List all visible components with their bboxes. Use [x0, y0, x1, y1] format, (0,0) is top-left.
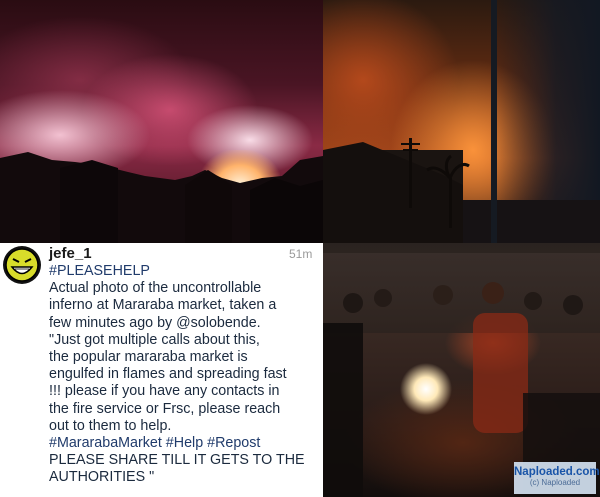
caption-line: few minutes ago by @solobende.	[49, 314, 261, 331]
caption-line: the fire service or Frsc, please reach	[49, 400, 281, 417]
caption-line: inferno at Mararaba market, taken a	[49, 297, 277, 314]
watermark-text: Naploaded.com	[514, 466, 600, 478]
post-caption: #PLEASEHELP Actual photo of the uncontro…	[49, 263, 325, 487]
street-silhouette	[323, 0, 600, 243]
avatar[interactable]	[3, 246, 41, 284]
caption-line: Actual photo of the uncontrollable	[49, 280, 262, 297]
crowd-silhouette	[323, 282, 600, 497]
caption-line: AUTHORITIES "	[49, 469, 155, 486]
caption-line: the popular mararaba market is	[49, 349, 248, 366]
caption-line: out to them to help.	[49, 417, 172, 434]
watermark: Naploaded.com (c) Naploaded	[514, 462, 600, 494]
caption-line: "Just got multiple calls about this,	[49, 331, 260, 348]
grinning-face-icon	[5, 248, 39, 282]
instagram-caption-panel: jefe_1 51m #PLEASEHELP Actual photo of t…	[0, 243, 323, 497]
caption-hashtags: #MararabaMarket #Help #Repost	[49, 435, 261, 452]
username[interactable]: jefe_1	[49, 245, 92, 262]
caption-line: !!! please if you have any contacts in	[49, 383, 280, 400]
fire-photo-red-smoke	[0, 0, 323, 243]
watermark-subtext: (c) Naploaded	[529, 478, 581, 487]
crowd-photo	[323, 243, 600, 497]
caption-line: #PLEASEHELP	[49, 263, 150, 279]
rooftops-silhouette	[0, 152, 323, 243]
caption-line: PLEASE SHARE TILL IT GETS TO THE	[49, 452, 305, 469]
post-timestamp: 51m	[289, 247, 313, 261]
fire-photo-orange	[323, 0, 600, 243]
caption-line: engulfed in flames and spreading fast	[49, 366, 287, 383]
